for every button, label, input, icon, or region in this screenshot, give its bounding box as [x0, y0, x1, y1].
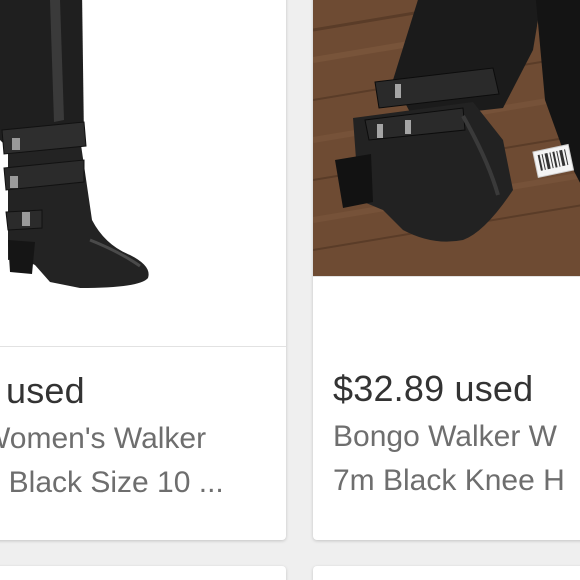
listing-title-line-2[interactable]: 7m Black Knee H: [333, 464, 565, 498]
boot-product-image: [0, 0, 286, 346]
listing-image[interactable]: [313, 0, 580, 276]
listing-grid: used Women's Walker t- Black Size 10 ...: [0, 0, 580, 580]
listing-price: $32.89 used: [333, 368, 534, 409]
listing-title-line-1[interactable]: Women's Walker: [0, 422, 206, 456]
listing-title-line-1[interactable]: Bongo Walker W: [333, 420, 557, 454]
listing-price: used: [6, 370, 85, 411]
listing-card[interactable]: used Women's Walker t- Black Size 10 ...: [0, 0, 286, 540]
listing-card-next[interactable]: [0, 566, 286, 580]
listing-card[interactable]: $32.89 used Bongo Walker W 7m Black Knee…: [313, 0, 580, 540]
listing-card-next[interactable]: [313, 566, 580, 580]
card-divider: [0, 346, 286, 347]
listing-image[interactable]: [0, 0, 286, 346]
boot-on-floor-photo: [313, 0, 580, 276]
card-divider: [313, 276, 580, 277]
listing-title-line-2[interactable]: t- Black Size 10 ...: [0, 466, 224, 500]
